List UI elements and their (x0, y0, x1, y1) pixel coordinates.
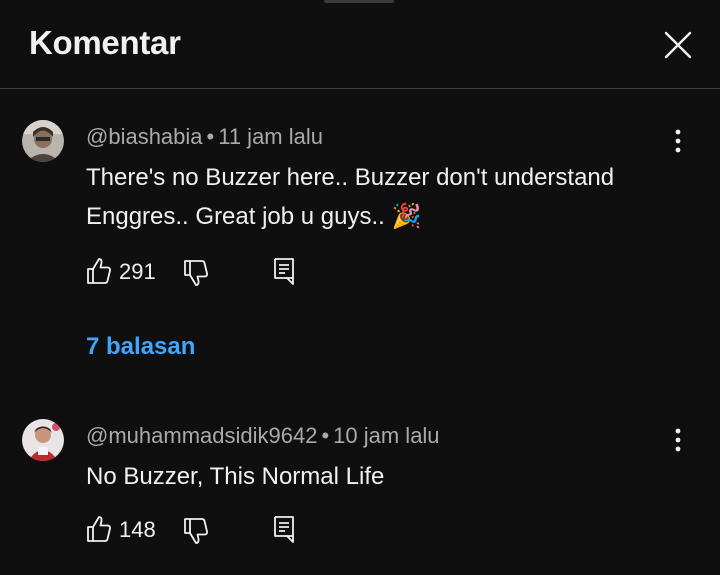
panel-title: Komentar (29, 24, 181, 61)
more-options-button[interactable] (664, 423, 692, 457)
comment-actions: 148 (86, 513, 326, 547)
like-count: 148 (119, 517, 156, 542)
reply-button[interactable] (272, 256, 296, 286)
comment-author[interactable]: @biashabia (86, 124, 203, 149)
more-vertical-icon (675, 428, 681, 452)
meta-separator: • (321, 423, 330, 448)
comment-text: No Buzzer, This Normal Life (86, 463, 385, 490)
more-options-button[interactable] (664, 124, 692, 158)
like-count: 291 (119, 259, 156, 284)
like-button[interactable] (86, 257, 112, 285)
thumb-up-icon (87, 516, 111, 542)
comment-actions: 291 (86, 255, 326, 289)
close-icon (664, 31, 692, 59)
view-replies-link[interactable]: 7 balasan (86, 333, 195, 361)
comment-text: There's no Buzzer here.. Buzzer don't un… (86, 164, 615, 230)
reply-button[interactable] (272, 514, 296, 544)
comment-meta: @muhammadsidik9642 • 10 jam lalu (86, 423, 440, 449)
comment-author[interactable]: @muhammadsidik9642 (86, 423, 317, 448)
dislike-button[interactable] (183, 259, 209, 287)
panel-header: Komentar (0, 0, 720, 89)
meta-separator: • (206, 124, 215, 149)
avatar-person-icon (22, 419, 64, 461)
dislike-button[interactable] (183, 517, 209, 545)
avatar[interactable] (22, 120, 64, 162)
thumb-down-icon (184, 518, 208, 544)
avatar-person-icon (22, 120, 64, 162)
comment-meta: @biashabia • 11 jam lalu (86, 124, 323, 150)
comment-time: 10 jam lalu (333, 423, 440, 448)
reply-comment-icon (274, 258, 294, 285)
avatar[interactable] (22, 419, 64, 461)
comments-panel: Komentar @biashabia • 11 jam lalu There'… (0, 0, 720, 575)
close-button[interactable] (660, 27, 696, 63)
thumb-down-icon (184, 260, 208, 286)
reply-comment-icon (274, 516, 294, 543)
like-button[interactable] (86, 515, 112, 543)
more-vertical-icon (675, 129, 681, 153)
thumb-up-icon (87, 258, 111, 284)
comment-time: 11 jam lalu (218, 124, 323, 149)
